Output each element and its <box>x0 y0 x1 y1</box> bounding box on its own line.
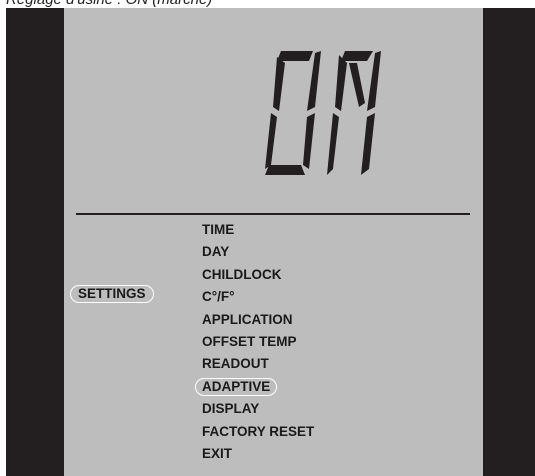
figure-caption: Réglage d'usine : ON (marche) <box>6 0 212 8</box>
menu-item-application[interactable]: APPLICATION <box>202 310 314 332</box>
segment-a <box>277 51 313 61</box>
menu-item-time[interactable]: TIME <box>202 220 314 242</box>
menu-item-label: READOUT <box>202 356 269 372</box>
menu-item-label: ADAPTIVE <box>195 377 278 396</box>
digit-2 <box>327 51 381 175</box>
menu-item-display[interactable]: DISPLAY <box>202 399 314 421</box>
menu-item-label: C°/F° <box>202 289 235 305</box>
menu-item-label: FACTORY RESET <box>202 423 315 439</box>
segment-f <box>335 55 347 111</box>
menu-item-day[interactable]: DAY <box>202 242 314 264</box>
menu-item-offset-temp[interactable]: OFFSET TEMP <box>202 332 314 354</box>
settings-mode-indicator: SETTINGS <box>70 285 154 303</box>
segment-e <box>327 113 339 175</box>
screen-divider <box>76 213 470 215</box>
menu-item-label: EXIT <box>202 445 233 461</box>
segment-diag <box>349 63 365 107</box>
menu-item-adaptive[interactable]: ADAPTIVE <box>195 377 314 399</box>
menu-item-label: OFFSET TEMP <box>202 333 297 349</box>
menu-item-readout[interactable]: READOUT <box>202 354 314 376</box>
menu-item-label: CHILDLOCK <box>202 266 282 282</box>
digit-1 <box>265 51 321 175</box>
menu-item-label: DISPLAY <box>202 401 260 417</box>
segment-a <box>341 51 373 61</box>
menu-item-label: APPLICATION <box>202 311 293 327</box>
segment-d <box>265 165 305 175</box>
segment-e <box>265 113 277 169</box>
menu-item-label: DAY <box>202 244 230 260</box>
menu-item-factory-reset[interactable]: FACTORY RESET <box>202 422 314 444</box>
segment-display <box>265 51 381 175</box>
menu-item-childlock[interactable]: CHILDLOCK <box>202 265 314 287</box>
menu-item-temperature-unit[interactable]: C°/F° <box>202 287 314 309</box>
segment-c <box>361 113 375 175</box>
menu-item-label: TIME <box>202 222 235 237</box>
segment-b <box>367 51 381 111</box>
menu-item-exit[interactable]: EXIT <box>202 444 314 466</box>
settings-menu: TIME DAY CHILDLOCK C°/F° APPLICATION OFF… <box>195 220 314 466</box>
segment-c <box>303 113 315 169</box>
segment-f <box>273 57 285 111</box>
